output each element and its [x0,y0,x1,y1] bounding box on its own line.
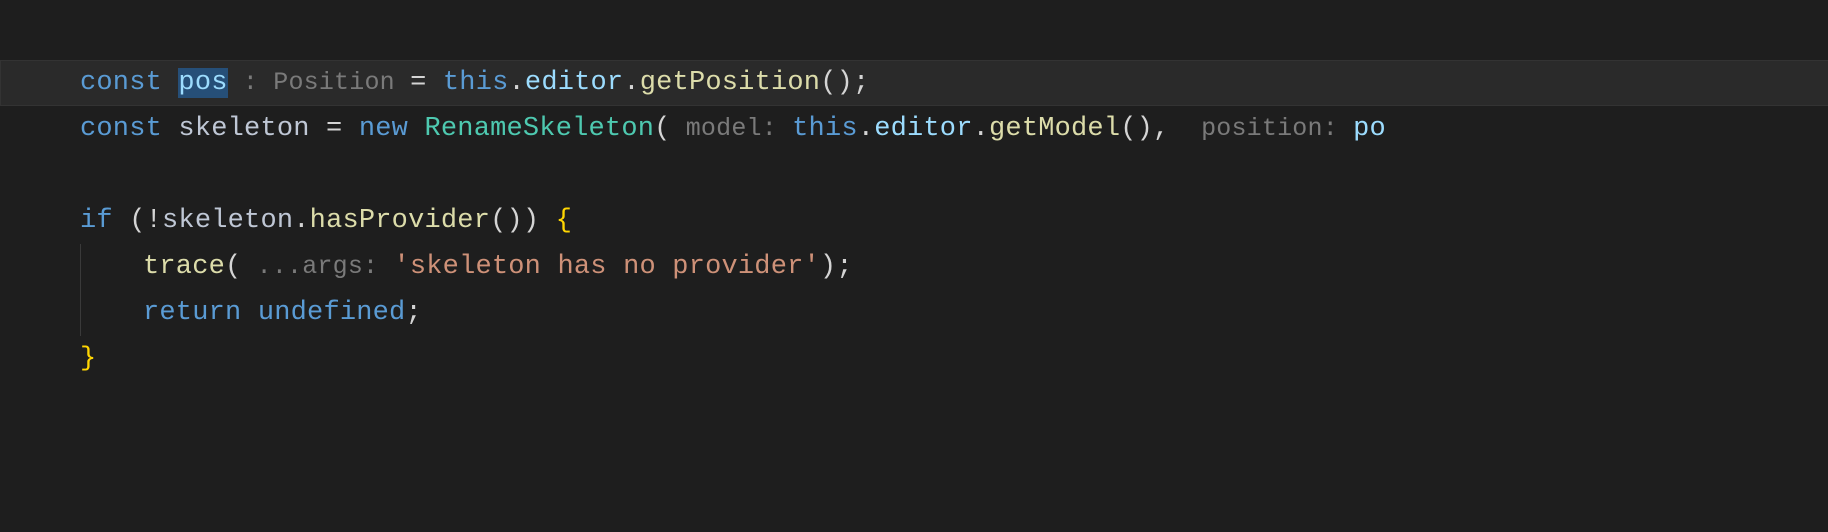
code-editor[interactable]: const pos : Position = this.editor.getPo… [0,0,1828,382]
code-token: . [509,68,525,98]
code-token: hasProvider [310,206,490,236]
code-token: () [1120,114,1153,144]
code-line[interactable]: return undefined; [80,290,1828,336]
code-token: getModel [989,114,1120,144]
code-token: ( [225,252,241,282]
code-token: ) [523,206,539,236]
code-token: { [556,206,572,236]
code-token: ; [836,252,852,282]
code-token: () [490,206,523,236]
code-token: const [80,68,178,98]
code-token: . [623,68,639,98]
code-token: trace [143,252,225,282]
inlay-hint: ...args: [241,252,393,281]
code-token: po [1353,114,1386,144]
code-line[interactable]: const skeleton = new RenameSkeleton( mod… [80,106,1828,152]
code-token: if [80,206,129,236]
code-token: const [80,114,178,144]
code-token: = [410,68,443,98]
code-token: ! [146,206,162,236]
code-token: , [1153,114,1186,144]
code-token: this [792,114,858,144]
code-token [539,206,555,236]
code-token: ( [654,114,670,144]
code-token: = [326,114,359,144]
inlay-hint: model: [671,114,793,143]
code-token: ) [820,252,836,282]
code-token: . [293,206,309,236]
code-token: ( [129,206,145,236]
code-token: . [858,114,874,144]
indent-guide [80,290,143,336]
code-token: RenameSkeleton [424,114,654,144]
code-line[interactable]: if (!skeleton.hasProvider()) { [80,198,1828,244]
code-token: pos [178,68,227,98]
code-token: 'skeleton has no provider' [393,252,819,282]
code-token: editor [525,68,623,98]
inlay-hint: : Position [228,68,410,97]
code-line[interactable] [80,152,1828,198]
code-line[interactable]: const pos : Position = this.editor.getPo… [0,60,1828,106]
code-token: this [443,68,509,98]
code-token: undefined [258,298,406,328]
code-token: . [973,114,989,144]
code-token: ; [405,298,421,328]
code-token: ; [853,68,869,98]
code-token: } [80,344,96,374]
code-token: new [359,114,425,144]
code-token: editor [874,114,972,144]
code-line[interactable]: trace( ...args: 'skeleton has no provide… [80,244,1828,290]
inlay-hint: position: [1186,114,1353,143]
indent-guide [80,244,143,290]
code-token: return [143,298,258,328]
code-token: skeleton [178,114,326,144]
code-token: getPosition [640,68,820,98]
code-token: skeleton [162,206,293,236]
code-token: () [820,68,853,98]
code-line[interactable]: } [80,336,1828,382]
